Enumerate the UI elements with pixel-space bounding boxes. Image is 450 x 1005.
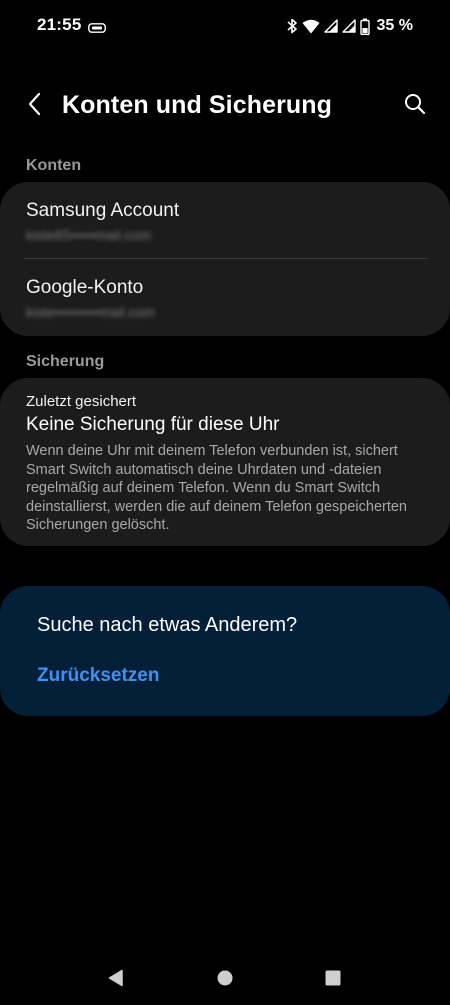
backup-title: Keine Sicherung für diese Uhr: [26, 414, 280, 435]
battery-icon: [359, 18, 370, 35]
battery-percent: 35 %: [376, 17, 413, 34]
status-icons: 35 %: [286, 16, 413, 36]
gesture-nav-icon: [88, 20, 106, 33]
navigation-bar: [0, 955, 450, 1005]
page-title: Konten und Sicherung: [62, 91, 333, 119]
search-suggestion-card: Suche nach etwas Anderem? Zurücksetzen: [0, 586, 450, 716]
cell-signal-icon: [341, 19, 356, 33]
account-item-samsung[interactable]: Samsung Account kiste65•••••mail.com: [0, 182, 450, 258]
section-header-accounts: Konten: [26, 157, 82, 174]
nav-back-button[interactable]: [101, 967, 131, 993]
section-header-backup: Sicherung: [26, 353, 105, 370]
account-item-google[interactable]: Google-Konto kiste•••••••••mail.com: [0, 259, 450, 335]
status-bar: 21:55 35 %: [0, 0, 450, 52]
accounts-card: Samsung Account kiste65•••••mail.com Goo…: [0, 182, 450, 336]
search-icon: [404, 93, 426, 120]
backup-label: Zuletzt gesichert: [26, 393, 137, 410]
account-email: kiste•••••••••mail.com: [26, 304, 155, 320]
app-bar: Konten und Sicherung: [0, 80, 450, 132]
wifi-icon: [302, 19, 320, 34]
back-button[interactable]: [20, 90, 50, 122]
account-name: Google-Konto: [26, 277, 144, 298]
search-button[interactable]: [400, 90, 430, 122]
nav-recents-button[interactable]: [318, 967, 348, 993]
backup-card[interactable]: Zuletzt gesichert Keine Sicherung für di…: [0, 378, 450, 546]
home-circle-icon: [216, 969, 234, 992]
chevron-left-icon: [27, 92, 43, 121]
back-triangle-icon: [107, 969, 125, 992]
bluetooth-icon: [286, 18, 298, 34]
backup-description: Wenn deine Uhr mit deinem Telefon verbun…: [26, 443, 408, 533]
cell-signal-icon: [323, 19, 338, 33]
status-time: 21:55: [37, 15, 82, 34]
nav-home-button[interactable]: [210, 967, 240, 993]
account-name: Samsung Account: [26, 200, 180, 221]
account-email: kiste65•••••mail.com: [26, 227, 151, 243]
recents-square-icon: [324, 969, 342, 992]
search-prompt: Suche nach etwas Anderem?: [37, 614, 298, 636]
reset-link[interactable]: Zurücksetzen: [37, 665, 159, 687]
